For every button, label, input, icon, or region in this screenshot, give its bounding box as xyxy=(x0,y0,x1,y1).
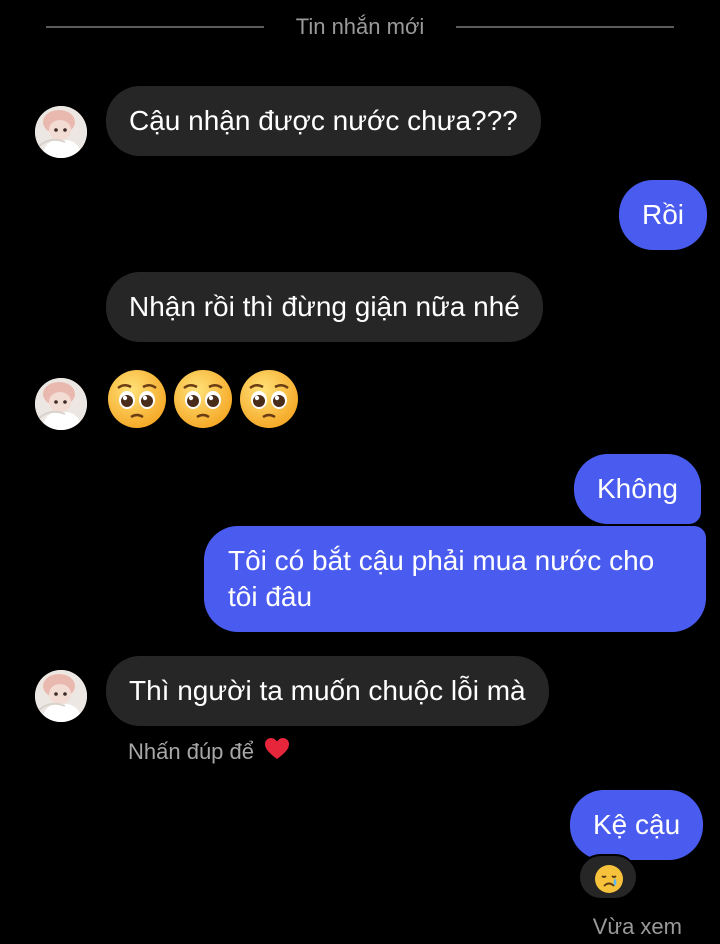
avatar-image xyxy=(35,378,87,430)
avatar-image xyxy=(35,106,87,158)
message-bubble-outgoing[interactable]: Kệ cậu xyxy=(570,790,704,860)
pleading-face-icon xyxy=(174,370,232,428)
divider-line-left xyxy=(46,26,264,28)
new-messages-divider: Tin nhắn mới xyxy=(0,14,720,40)
contact-avatar[interactable] xyxy=(35,378,87,430)
seen-status: Vừa xem xyxy=(592,914,682,939)
message-bubble-outgoing[interactable]: Không xyxy=(574,454,701,524)
message-bubble-outgoing[interactable]: Rồi xyxy=(619,180,708,250)
double-tap-hint-text: Nhấn đúp để xyxy=(128,739,254,764)
double-tap-hint[interactable]: Nhấn đúp để xyxy=(128,737,290,769)
avatar-image xyxy=(35,670,87,722)
chat-screen: Tin nhắn mới Cậu nhận được nước chưa??? … xyxy=(0,0,720,944)
message-line: Tôi có bắt cậu phải mua nước cho xyxy=(228,545,655,576)
pleading-face-icon xyxy=(108,370,166,428)
contact-avatar[interactable] xyxy=(35,106,87,158)
heart-icon xyxy=(264,737,290,769)
divider-line-right xyxy=(456,26,674,28)
new-messages-label: Tin nhắn mới xyxy=(295,14,425,39)
pleading-face-icon xyxy=(240,370,298,428)
message-bubble-outgoing-multiline[interactable]: Tôi có bắt cậu phải mua nước cho tôi đâu xyxy=(204,526,706,632)
message-reaction[interactable] xyxy=(578,854,638,900)
emoji-message[interactable] xyxy=(106,368,306,432)
message-bubble-incoming[interactable]: Thì người ta muốn chuộc lỗi mà xyxy=(106,656,549,726)
crying-face-icon xyxy=(595,865,623,893)
message-bubble-incoming[interactable]: Nhận rồi thì đừng giận nữa nhé xyxy=(106,272,543,342)
contact-avatar[interactable] xyxy=(35,670,87,722)
message-bubble-incoming[interactable]: Cậu nhận được nước chưa??? xyxy=(106,86,541,156)
message-line: tôi đâu xyxy=(228,581,313,612)
